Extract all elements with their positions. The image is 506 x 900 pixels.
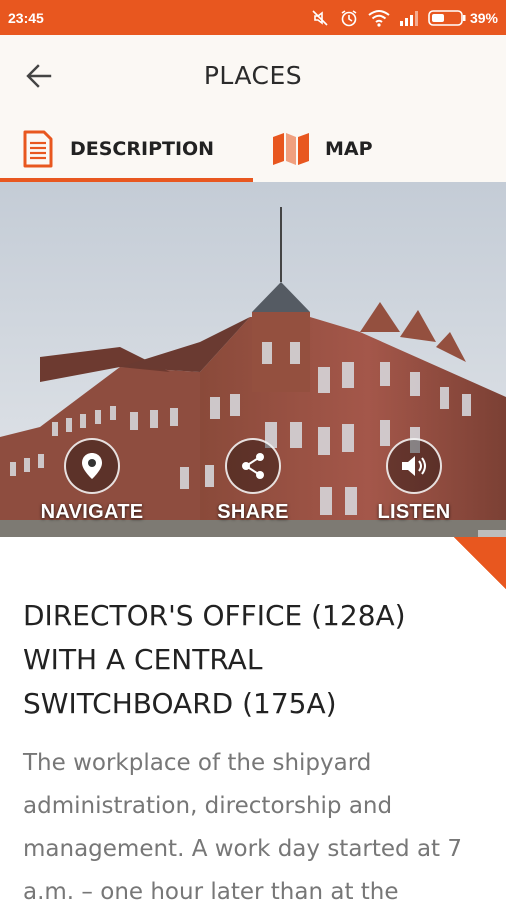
document-icon (23, 130, 53, 167)
wifi-icon (368, 9, 390, 27)
share-icon (242, 453, 264, 479)
corner-accent (454, 537, 506, 589)
navigate-label: NAVIGATE (40, 501, 144, 523)
status-bar: 23:45 39% (0, 0, 506, 35)
place-description: The workplace of the shipyard administra… (23, 750, 463, 900)
battery: 39% (428, 10, 498, 26)
tab-bar: DESCRIPTION MAP (0, 115, 506, 182)
folded-map-icon (273, 132, 309, 165)
navigate-button[interactable]: NAVIGATE (22, 438, 162, 524)
share-label: SHARE (217, 501, 289, 523)
tab-description[interactable]: DESCRIPTION (0, 115, 253, 182)
share-button[interactable]: SHARE (183, 438, 323, 524)
arrow-back-icon (26, 64, 52, 88)
app-bar: PLACES (0, 35, 506, 115)
location-pin-icon (82, 453, 102, 479)
place-title: DIRECTOR'S OFFICE (128A) WITH A CENTRAL … (23, 599, 406, 720)
mute-icon (312, 9, 328, 26)
share-button-circle (225, 438, 281, 494)
place-photo: NAVIGATE SHARE LISTEN (0, 182, 506, 537)
page-title: PLACES (203, 60, 303, 90)
alarm-icon (341, 9, 357, 26)
speaker-icon (402, 456, 426, 476)
battery-percent: 39% (469, 9, 498, 26)
listen-button[interactable]: LISTEN (344, 438, 484, 524)
status-icons: 39% (310, 8, 498, 28)
back-button[interactable] (24, 61, 54, 91)
navigate-button-circle (64, 438, 120, 494)
battery-icon (428, 9, 466, 26)
tab-description-label: DESCRIPTION (70, 137, 215, 160)
status-time: 23:45 (8, 9, 44, 26)
tab-map-label: MAP (325, 137, 373, 160)
listen-button-circle (386, 438, 442, 494)
signal-icon (399, 10, 418, 26)
listen-label: LISTEN (377, 501, 451, 523)
tab-map[interactable]: MAP (253, 115, 506, 182)
